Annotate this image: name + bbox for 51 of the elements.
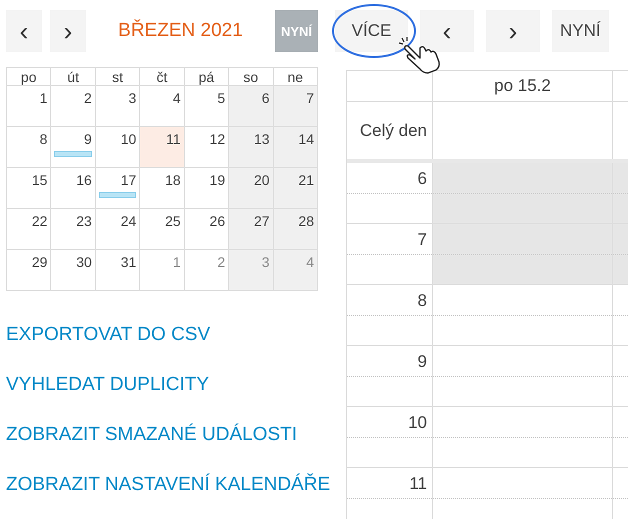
day-cell[interactable]: 24 xyxy=(95,208,140,250)
action-link[interactable]: ZOBRAZIT NASTAVENÍ KALENDÁŘE xyxy=(6,471,332,499)
day-cell[interactable]: 9 xyxy=(50,126,96,168)
day-cell[interactable]: 6 xyxy=(228,86,274,126)
hour-label: 10 xyxy=(347,407,433,467)
day-cell[interactable]: 30 xyxy=(50,250,96,290)
event-bar[interactable] xyxy=(54,151,92,157)
action-link[interactable]: VYHLEDAT DUPLICITY xyxy=(6,371,212,399)
weekday-header: st xyxy=(95,68,140,86)
weekday-header: čt xyxy=(140,68,184,86)
day-cell[interactable]: 22 xyxy=(6,208,51,250)
day-cell[interactable]: 31 xyxy=(95,250,140,290)
all-day-label: Celý den xyxy=(347,102,433,159)
action-link[interactable]: EXPORTOVAT DO CSV xyxy=(6,321,212,349)
weekday-header: pá xyxy=(184,68,229,86)
action-link[interactable]: ZOBRAZIT SMAZANÉ UDÁLOSTI xyxy=(6,421,300,449)
time-slot[interactable] xyxy=(433,163,628,223)
day-cell[interactable]: 1 xyxy=(6,86,51,126)
day-cell[interactable]: 20 xyxy=(228,168,274,208)
day-cell[interactable]: 21 xyxy=(273,168,318,208)
weekday-header: út xyxy=(50,68,96,86)
hour-label: 11 xyxy=(347,468,433,519)
event-bar[interactable] xyxy=(98,192,136,198)
previous-button[interactable]: ‹ xyxy=(420,10,474,52)
day-cell[interactable]: 17 xyxy=(95,168,140,208)
day-cell[interactable]: 3 xyxy=(95,86,140,126)
day-cell[interactable]: 23 xyxy=(50,208,96,250)
day-cell[interactable]: 25 xyxy=(140,208,184,250)
day-cell[interactable]: 16 xyxy=(50,168,96,208)
next-button[interactable]: › xyxy=(486,10,540,52)
previous-button[interactable]: ‹ xyxy=(6,10,42,52)
month-title: BŘEZEN 2021 xyxy=(117,20,244,42)
day-cell[interactable]: 7 xyxy=(273,86,318,126)
day-cell[interactable]: 18 xyxy=(140,168,184,208)
day-cell[interactable]: 13 xyxy=(228,126,274,168)
next-button[interactable]: › xyxy=(50,10,86,52)
weekday-header: po xyxy=(6,68,51,86)
day-cell[interactable]: 29 xyxy=(6,250,51,290)
today-button[interactable]: NYNÍ xyxy=(552,10,609,52)
hour-label: 8 xyxy=(347,285,433,345)
day-cell[interactable]: 11 xyxy=(140,126,184,168)
day-cell[interactable]: 27 xyxy=(228,208,274,250)
day-cell[interactable]: 15 xyxy=(6,168,51,208)
more-button[interactable]: VÍCE xyxy=(335,10,408,52)
day-cell[interactable]: 2 xyxy=(50,86,96,126)
day-cell[interactable]: 8 xyxy=(6,126,51,168)
time-slot[interactable] xyxy=(433,224,628,284)
day-cell[interactable]: 14 xyxy=(273,126,318,168)
hour-label: 9 xyxy=(347,346,433,406)
day-cell[interactable]: 28 xyxy=(273,208,318,250)
day-header: po 15.2 xyxy=(433,71,613,101)
